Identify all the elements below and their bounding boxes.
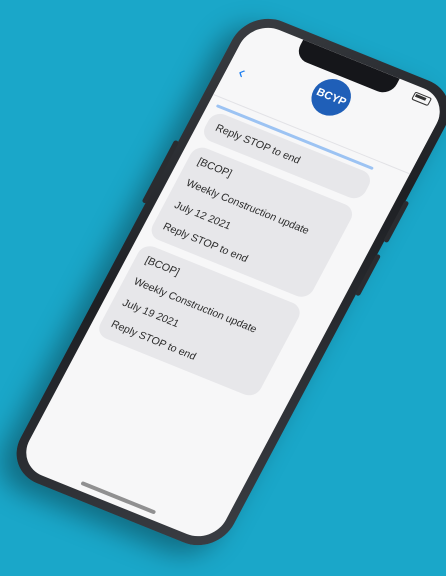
marketing-scene: ‹ BCYP Reply STOP to end [BCOP] Weekly C… xyxy=(0,0,446,576)
phone-screen: ‹ BCYP Reply STOP to end [BCOP] Weekly C… xyxy=(16,19,446,545)
avatar-initials: BCYP xyxy=(314,86,349,109)
avatar[interactable]: BCYP xyxy=(304,73,358,122)
message-thread[interactable]: Reply STOP to end [BCOP] Weekly Construc… xyxy=(16,96,409,545)
battery-icon xyxy=(411,91,433,107)
back-chevron-icon[interactable]: ‹ xyxy=(235,62,250,82)
phone-device: ‹ BCYP Reply STOP to end [BCOP] Weekly C… xyxy=(3,8,446,556)
